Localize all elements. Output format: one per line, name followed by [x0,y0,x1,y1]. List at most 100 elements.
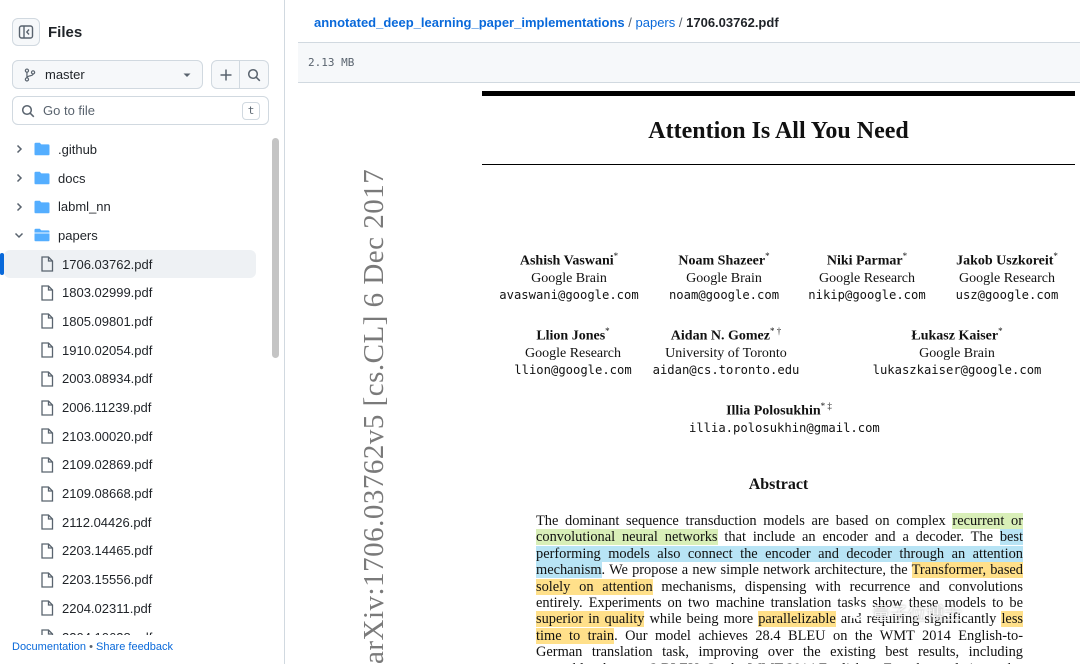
author-email: illia.polosukhin@gmail.com [689,420,880,435]
tree-file[interactable]: 1910.02054.pdf [0,336,268,365]
tree-file[interactable]: 2203.14465.pdf [0,537,268,566]
abstract-text-segment: . We propose a new simple network archit… [601,562,912,579]
chevron-right-icon[interactable] [12,144,26,154]
file-icon [40,256,54,272]
search-icon [21,104,35,117]
abstract-heading: Abstract [748,476,809,493]
author-affiliation: University of Toronto [665,345,787,361]
author-footnote-mark: * [605,326,610,336]
breadcrumb-folder-link[interactable]: papers [636,15,676,30]
author-affiliation: Google Brain [531,270,607,286]
file-icon [40,428,54,444]
tree-item-label: 2204.02311.pdf [62,600,152,616]
author-email: lukaszkaiser@google.com [872,362,1042,377]
tree-item-label: 2006.11239.pdf [62,400,152,416]
title-top-rule [482,91,1075,96]
breadcrumb: annotated_deep_learning_paper_implementa… [314,15,779,30]
title-bottom-rule [482,164,1075,165]
arxiv-stamp: arXiv:1706.03762v5 [cs.CL] 6 Dec 2017 [358,168,390,664]
tree-file[interactable]: 2112.04426.pdf [0,508,268,537]
documentation-link[interactable]: Documentation [12,641,86,653]
author-name: Ashish Vaswani* [519,251,619,269]
author-entry: Łukasz Kaiser* Google Brain lukaszkaiser@g… [867,323,1047,379]
tree-file-selected[interactable]: 1706.03762.pdf [0,249,256,279]
tree-folder[interactable]: .github [0,135,268,164]
folder-icon [34,142,50,156]
breadcrumb-repo-link[interactable]: annotated_deep_learning_paper_implementa… [314,15,625,30]
author-entry: Illia Polosukhin* ‡ illia.polosukhin@gmai… [689,398,880,437]
tree-file[interactable]: 2109.02869.pdf [0,451,268,480]
tree-file[interactable]: 2003.08934.pdf [0,365,268,394]
plus-icon [220,69,232,80]
add-file-button[interactable] [211,60,241,89]
watermark-text: 量子位博士 [872,604,962,625]
file-tree-sidebar: Files master t .github docs labml_nnpapers… [0,0,285,664]
author-footnote-mark: * ‡ [820,401,832,411]
branch-name: master [45,67,85,82]
file-icon [40,285,54,301]
tree-scrollbar[interactable] [272,138,279,358]
author-footnote-mark: * [613,251,619,261]
abstract-text-segment: that include an encoder and a decoder. T… [717,529,1000,546]
author-name: Łukasz Kaiser* [911,326,1003,344]
highlighted-text-yellow: parallelizable [758,611,836,628]
author-name: Illia Polosukhin* ‡ [726,401,832,419]
tree-item-label: 2204.10628.pdf [62,630,152,635]
chevron-right-icon[interactable] [12,202,26,212]
caret-down-icon [183,73,191,77]
author-footnote-mark: * [1053,251,1058,261]
tree-item-label: 1910.02054.pdf [62,342,153,358]
abstract-text-segment: The dominant sequence transduction model… [536,513,953,529]
tree-file[interactable]: 2109.08668.pdf [0,479,268,508]
author-affiliation: Google Research [958,270,1056,286]
breadcrumb-separator: / [628,15,632,30]
author-entry: Ashish Vaswani* Google Brain avaswani@goog… [479,248,659,304]
tree-item-label: 2103.00020.pdf [62,428,153,444]
author-email: avaswani@google.com [499,287,639,302]
sidebar-header: Files [12,18,82,46]
author-email: aidan@cs.toronto.edu [652,362,800,377]
author-entry: Jakob Uszkoreit* Google Research usz@googl… [917,248,1080,304]
folder-icon [34,171,50,185]
chevron-right-icon[interactable] [12,173,26,183]
share-feedback-link[interactable]: Share feedback [96,641,173,653]
file-icon [40,485,54,502]
file-icon [40,629,54,635]
tree-folder[interactable]: docs [0,164,268,193]
author-footnote-mark: * † [769,326,782,336]
file-tree: .github docs labml_nnpapers 1706.03762.pdf 1… [0,135,268,635]
author-email: usz@google.com [955,287,1059,302]
tree-file[interactable]: 2204.02311.pdf [0,594,268,623]
tree-item-label: papers [58,227,98,243]
git-branch-icon [24,67,36,82]
tree-item-label: labml_nn [58,199,111,215]
search-files-button[interactable] [240,60,269,89]
collapse-sidebar-button[interactable] [12,18,40,46]
go-to-file-box[interactable]: t [12,96,269,125]
tree-file[interactable]: 1805.09801.pdf [0,307,268,336]
folder-open-icon [34,228,50,242]
tree-file[interactable]: 2203.15556.pdf [0,565,268,594]
tree-item-label: 2112.04426.pdf [62,514,152,530]
chevron-down-icon[interactable] [12,230,26,240]
tree-folder[interactable]: labml_nn [0,192,268,221]
author-entry: Aidan N. Gomez* † University of Toronto ai… [636,323,816,379]
file-icon [40,514,54,530]
tree-item-label: .github [58,141,98,157]
abstract-text: The dominant sequence transduction model… [536,513,1024,664]
branch-selector-button[interactable]: master [12,60,204,89]
go-to-file-input[interactable] [43,103,233,118]
tree-file[interactable]: 2103.00020.pdf [0,422,268,451]
author-footnote-mark: * [765,251,770,261]
tree-item-label: docs [58,170,86,186]
tree-file[interactable]: 1803.02999.pdf [0,278,268,307]
file-info-bar: 2.13 MB [298,43,1080,83]
tree-folder[interactable]: papers [0,221,268,250]
pdf-viewer[interactable]: Attention Is All You Need arXiv:1706.037… [298,84,1080,664]
author-footnote-mark: * [902,251,908,261]
breadcrumb-separator: / [678,15,683,30]
tree-item-label: 2203.15556.pdf [62,572,153,588]
tree-file[interactable]: 2006.11239.pdf [0,393,268,422]
tree-file[interactable]: 2204.10628.pdf [0,623,268,635]
tree-item-label: 1803.02999.pdf [62,285,153,301]
